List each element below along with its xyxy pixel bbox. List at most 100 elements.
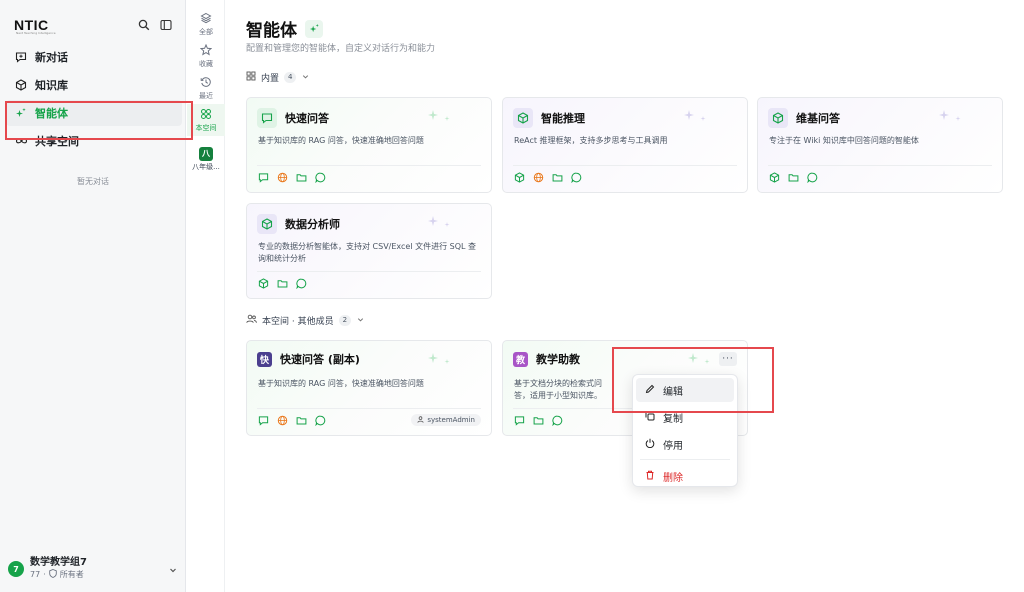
menu-item-disable[interactable]: 停用	[636, 432, 734, 456]
agent-description: 专业的数据分析智能体，支持对 CSV/Excel 文件进行 SQL 查询和统计分…	[258, 242, 477, 263]
section-label: 内置	[261, 74, 280, 84]
create-agent-button[interactable]	[305, 19, 323, 38]
power-icon	[645, 438, 655, 451]
rail-item-favorites[interactable]: 收藏	[187, 40, 225, 72]
agent-badge: 教	[513, 351, 528, 367]
menu-item-label: 编辑	[663, 386, 683, 398]
more-options-button[interactable]: ···	[719, 352, 737, 366]
owner-name: systemAdmin	[427, 416, 475, 424]
globe-icon	[532, 171, 545, 184]
logo-tagline: Next Teaching Intelligence	[16, 31, 56, 35]
section-space-header[interactable]: 本空间 · 其他成员 2	[246, 314, 365, 327]
rail-item-label: 本空间	[195, 123, 217, 132]
menu-item-label: 停用	[663, 440, 683, 452]
message-circle-icon	[314, 171, 327, 184]
sparkle-decoration-icon	[427, 214, 451, 233]
chevron-down-icon	[356, 315, 365, 327]
agent-card-data-analyst[interactable]: 数据分析师 专业的数据分析智能体，支持对 CSV/Excel 文件进行 SQL …	[246, 203, 492, 299]
main-content: 智能体 配置和管理您的智能体，自定义对话行为和能力 内置 4 快速问答 基于知识…	[226, 0, 1024, 592]
sparkle-decoration-icon	[687, 351, 711, 370]
rail-item-recent[interactable]: 最近	[187, 72, 225, 104]
space-label: 八年级...	[192, 162, 220, 171]
message-circle-icon	[806, 171, 819, 184]
capability-icons	[513, 171, 583, 184]
chevron-down-icon[interactable]	[168, 560, 178, 579]
agent-name: 快速问答 (副本)	[280, 353, 360, 366]
sparkle-decoration-icon	[683, 108, 707, 127]
grid-icon	[246, 71, 256, 84]
cube-capability-icon	[768, 171, 781, 184]
section-count: 2	[338, 315, 352, 326]
agent-card-reasoning[interactable]: 智能推理 ReAct 推理框架，支持多步思考与工具调用	[502, 97, 748, 193]
agent-context-menu: 编辑 复制 停用 删除	[632, 374, 738, 487]
folder-icon	[551, 171, 564, 184]
sidebar-item-shared-space[interactable]: 共享空间	[6, 128, 182, 154]
owner-tag: systemAdmin	[411, 414, 481, 426]
sidebar-item-knowledge-base[interactable]: 知识库	[6, 72, 182, 98]
cube-icon	[768, 108, 788, 128]
menu-item-delete[interactable]: 删除	[636, 464, 734, 488]
folder-icon	[787, 171, 800, 184]
user-subtitle: 77 · 所有者	[30, 568, 87, 582]
agent-name: 快速问答	[285, 112, 329, 125]
menu-item-copy[interactable]: 复制	[636, 405, 734, 429]
sidebar-item-new-chat[interactable]: 新对话	[6, 44, 182, 70]
sidebar-item-label: 智能体	[35, 107, 68, 120]
rail-item-label: 收藏	[199, 59, 213, 68]
agent-description: 基于文档分块的检索式问答，适用于小型知识库。	[514, 379, 602, 400]
empty-conversations-text: 暂无对话	[77, 177, 109, 186]
cube-icon	[14, 78, 28, 92]
new-chat-icon	[14, 50, 28, 64]
folder-icon	[295, 414, 308, 427]
agent-card-quick-qa-copy[interactable]: 快 快速问答 (副本) 基于知识库的 RAG 问答，快速准确地回答问题 syst…	[246, 340, 492, 436]
filter-rail: 全部 收藏 最近 本空间 八 八年级...	[187, 0, 225, 592]
pencil-icon	[645, 384, 655, 397]
menu-item-edit[interactable]: 编辑	[636, 378, 734, 402]
avatar: 7	[8, 561, 24, 577]
agent-card-quick-qa[interactable]: 快速问答 基于知识库的 RAG 问答，快速准确地回答问题	[246, 97, 492, 193]
folder-icon	[532, 414, 545, 427]
agent-name: 教学助教	[536, 353, 580, 366]
sidebar-item-label: 知识库	[35, 79, 68, 92]
user-profile[interactable]: 7 数学教学组7 77 · 所有者	[8, 554, 178, 584]
menu-item-label: 删除	[663, 472, 683, 484]
section-label: 本空间 · 其他成员	[262, 317, 334, 327]
layers-icon	[200, 12, 212, 26]
capability-icons	[257, 171, 327, 184]
sparkle-icon	[14, 106, 28, 120]
capability-icons	[257, 277, 308, 290]
rail-item-label: 全部	[199, 27, 213, 36]
message-circle-icon	[551, 414, 564, 427]
section-count: 4	[284, 72, 297, 83]
search-icon[interactable]	[137, 18, 151, 32]
agent-name: 智能推理	[541, 112, 585, 125]
user-id: 77	[30, 570, 41, 579]
space-badge: 八	[199, 146, 213, 161]
sidebar-item-agents[interactable]: 智能体	[6, 100, 182, 126]
copy-icon	[645, 411, 655, 424]
globe-icon	[276, 171, 289, 184]
sidebar-item-label: 共享空间	[35, 135, 79, 148]
chat-capability-icon	[513, 414, 526, 427]
sidebar-toggle-icon[interactable]	[159, 18, 173, 32]
rail-item-this-space[interactable]: 本空间	[187, 104, 225, 136]
message-circle-icon	[314, 414, 327, 427]
rail-item-space-grade8[interactable]: 八 八年级...	[187, 142, 225, 176]
capability-icons	[768, 171, 819, 184]
rail-item-all[interactable]: 全部	[187, 8, 225, 40]
message-circle-icon	[295, 277, 308, 290]
sparkle-decoration-icon	[427, 351, 451, 370]
cube-capability-icon	[513, 171, 526, 184]
menu-item-label: 复制	[663, 413, 683, 425]
globe-icon	[276, 414, 289, 427]
message-circle-icon	[570, 171, 583, 184]
chat-bubble-icon	[257, 108, 277, 128]
page-title: 智能体	[246, 21, 297, 41]
agent-description: 专注于在 Wiki 知识库中回答问题的智能体	[769, 136, 919, 145]
capability-icons	[257, 414, 327, 427]
agent-card-wiki-qa[interactable]: 维基问答 专注于在 Wiki 知识库中回答问题的智能体	[757, 97, 1003, 193]
section-builtin-header[interactable]: 内置 4	[246, 71, 310, 84]
user-icon	[417, 415, 424, 425]
cube-capability-icon	[257, 277, 270, 290]
folder-icon	[295, 171, 308, 184]
